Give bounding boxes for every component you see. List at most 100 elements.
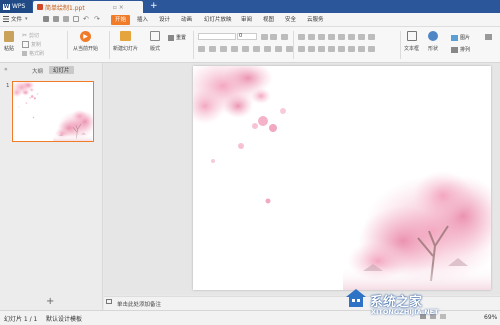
paragraph-settings-icon[interactable] — [368, 34, 375, 40]
reading-view-icon[interactable] — [440, 314, 446, 319]
align-right-icon[interactable] — [318, 46, 325, 52]
wps-home-tab[interactable]: W WPS — [0, 0, 32, 13]
font-name-input[interactable] — [198, 33, 236, 40]
slide-thumbnail-1[interactable] — [12, 81, 94, 142]
new-slide-label: 新建幻灯片 — [113, 46, 139, 52]
align-left-icon[interactable] — [298, 46, 305, 52]
arrange-icon — [451, 46, 458, 53]
play-from-current-button[interactable]: ▶ 从当前开始 — [73, 31, 98, 52]
distribute-icon[interactable] — [338, 46, 345, 52]
cut-label: 剪切 — [29, 33, 40, 39]
justify-icon[interactable] — [328, 46, 335, 52]
paste-button[interactable]: 粘贴 — [4, 31, 14, 52]
tab-close-icon[interactable]: × — [119, 4, 124, 11]
copy-icon — [22, 41, 29, 48]
menu-file[interactable]: 文件 — [11, 15, 22, 25]
char-spacing-icon[interactable] — [275, 46, 282, 52]
shape-icon — [428, 31, 438, 41]
align-top-icon[interactable] — [348, 46, 355, 52]
layout-icon — [150, 31, 160, 41]
play-from-current-label: 从当前开始 — [73, 46, 99, 52]
zoom-level[interactable]: 69% — [484, 314, 497, 321]
save-icon[interactable] — [43, 16, 49, 22]
notes-pane[interactable]: 单击此处添加备注 — [104, 296, 500, 310]
arrange-button[interactable]: 排列 — [451, 46, 470, 53]
menu-design[interactable]: 设计 — [159, 15, 170, 25]
subscript-icon[interactable] — [264, 46, 271, 52]
menu-security[interactable]: 安全 — [285, 15, 296, 25]
columns-icon[interactable] — [358, 34, 365, 40]
text-box-button[interactable]: 文本框 — [404, 31, 419, 52]
menu-view[interactable]: 视图 — [263, 15, 274, 25]
menu-review[interactable]: 审阅 — [241, 15, 252, 25]
text-direction-icon[interactable] — [348, 34, 355, 40]
text-box-icon — [406, 31, 417, 41]
superscript-icon[interactable] — [253, 46, 260, 52]
add-slide-button[interactable]: + — [46, 296, 54, 307]
bullets-icon[interactable] — [298, 34, 305, 40]
shape-button[interactable]: 形状 — [428, 31, 438, 52]
ribbon-divider — [293, 31, 294, 59]
cut-button[interactable]: ✂ 剪切 — [22, 32, 39, 39]
notes-placeholder: 单击此处添加备注 — [117, 302, 162, 308]
outline-tab[interactable]: 大纲 — [32, 67, 43, 75]
grow-font-icon[interactable] — [261, 34, 268, 40]
align-center-icon[interactable] — [308, 46, 315, 52]
menu-slideshow[interactable]: 幻灯片放映 — [204, 15, 232, 25]
slide-canvas[interactable] — [193, 66, 491, 290]
layout-button[interactable]: 版式 — [150, 31, 160, 52]
copy-button[interactable]: 复制 — [22, 41, 41, 48]
play-icon: ▶ — [80, 31, 91, 42]
paste-label: 粘贴 — [4, 46, 15, 52]
numbering-icon[interactable] — [308, 34, 315, 40]
font-color-icon[interactable] — [286, 46, 293, 52]
collapse-panel-icon[interactable]: « — [4, 66, 8, 73]
increase-indent-icon[interactable] — [328, 34, 335, 40]
font-size-input[interactable]: 0 — [237, 33, 257, 40]
wps-label: WPS — [12, 3, 26, 10]
export-icon[interactable] — [73, 16, 79, 22]
watermark-logo-icon — [344, 287, 368, 311]
brush-icon — [22, 51, 27, 56]
picture-button[interactable]: 图片 — [451, 34, 470, 41]
layout-label: 版式 — [150, 46, 161, 52]
strikethrough-icon[interactable] — [231, 46, 238, 52]
font-style-group — [198, 46, 293, 52]
shrink-font-icon[interactable] — [270, 34, 277, 40]
decrease-indent-icon[interactable] — [318, 34, 325, 40]
align-middle-icon[interactable] — [358, 46, 365, 52]
menu-cloud[interactable]: 云服务 — [307, 15, 324, 25]
picture-icon — [451, 34, 458, 41]
redo-icon[interactable]: ↷ — [94, 15, 100, 23]
preview-icon[interactable] — [63, 16, 69, 22]
slides-tab[interactable]: 幻灯片 — [49, 66, 74, 74]
chevron-down-icon[interactable]: ▾ — [25, 16, 28, 22]
underline-icon[interactable] — [220, 46, 227, 52]
align-bottom-icon[interactable] — [368, 46, 375, 52]
more-tools-icon[interactable] — [485, 34, 492, 40]
new-tab-button[interactable]: + — [150, 1, 158, 11]
cherry-blossom-image — [193, 66, 491, 290]
print-icon[interactable] — [53, 16, 59, 22]
paragraph-group-bottom — [298, 46, 375, 52]
shadow-icon[interactable] — [242, 46, 249, 52]
reset-button[interactable]: 重置 — [168, 34, 186, 41]
tab-restore-icon[interactable]: ▫ — [113, 4, 117, 11]
picture-label: 图片 — [460, 35, 471, 41]
menu-home[interactable]: 开始 — [111, 15, 131, 25]
menu-animation[interactable]: 动画 — [181, 15, 192, 25]
new-slide-button[interactable]: 新建幻灯片 — [113, 31, 138, 52]
watermark-url: XITONGZHIJIA.NET — [371, 308, 439, 316]
new-slide-icon — [120, 31, 131, 41]
undo-icon[interactable]: ↶ — [83, 15, 89, 23]
format-painter-button[interactable]: 格式刷 — [22, 50, 44, 57]
bold-icon[interactable] — [198, 46, 205, 52]
clear-format-icon[interactable] — [281, 34, 288, 40]
line-spacing-icon[interactable] — [338, 34, 345, 40]
menu-insert[interactable]: 插入 — [137, 15, 148, 25]
ribbon-divider — [109, 31, 110, 59]
italic-icon[interactable] — [209, 46, 216, 52]
menu-lines-icon[interactable] — [3, 16, 9, 22]
document-tab[interactable]: 简单绘制1.ppt ▫ × — [33, 1, 143, 13]
wps-logo-icon: W — [3, 3, 10, 10]
